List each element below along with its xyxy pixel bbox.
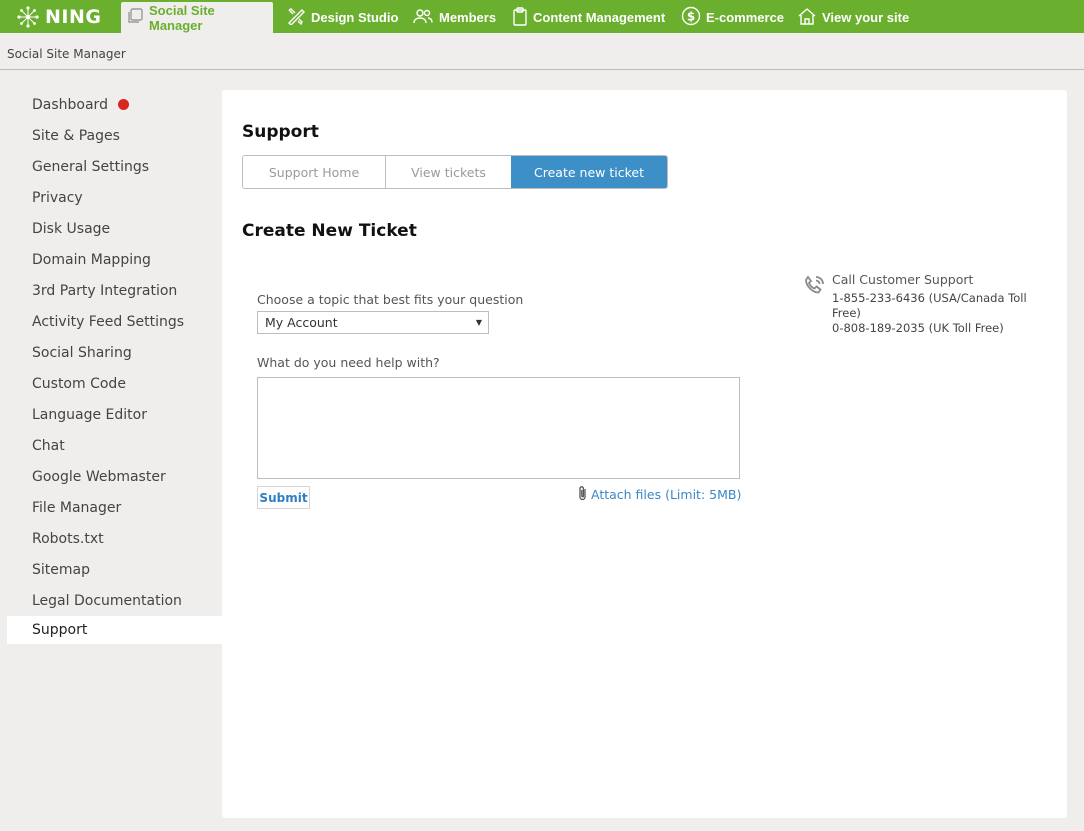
nav-tab-label: View your site xyxy=(822,10,910,25)
top-nav-bar: NING Social Site Manager Design Studio M… xyxy=(0,0,1084,33)
phone-icon xyxy=(802,274,826,302)
home-icon xyxy=(797,7,817,28)
nav-tab-label: Design Studio xyxy=(311,10,399,25)
nav-tab-social-site-manager[interactable]: Social Site Manager xyxy=(121,2,273,33)
sidebar-item-label: Sitemap xyxy=(32,561,90,578)
sidebar-item-label: Support xyxy=(32,622,88,638)
sidebar-item-label: 3rd Party Integration xyxy=(32,282,178,299)
sidebar-item-privacy[interactable]: Privacy xyxy=(7,182,222,213)
ning-logo-icon xyxy=(17,5,39,28)
attach-files-link[interactable]: Attach files (Limit: 5MB) xyxy=(578,485,741,504)
sidebar-item-disk-usage[interactable]: Disk Usage xyxy=(7,213,222,244)
ning-logo[interactable]: NING xyxy=(15,3,101,30)
main-panel: Support Support Home View tickets Create… xyxy=(222,90,1067,818)
support-phone-us: 1-855-233-6436 (USA/Canada Toll Free) xyxy=(832,291,1027,320)
page-title: Support xyxy=(242,122,319,142)
people-icon xyxy=(412,8,434,27)
sidebar-item-label: Site & Pages xyxy=(32,127,120,144)
sidebar-item-label: Social Sharing xyxy=(32,344,132,361)
sidebar: Dashboard Site & Pages General Settings … xyxy=(7,89,222,644)
tab-support-home[interactable]: Support Home xyxy=(243,156,385,188)
sidebar-item-label: Dashboard xyxy=(32,96,108,113)
tab-create-new-ticket[interactable]: Create new ticket xyxy=(511,156,667,188)
dollar-icon: $ xyxy=(681,6,701,29)
sidebar-item-chat[interactable]: Chat xyxy=(7,430,222,461)
copy-icon xyxy=(126,7,144,28)
sidebar-item-social-sharing[interactable]: Social Sharing xyxy=(7,337,222,368)
nav-tab-label: Content Management xyxy=(533,10,666,25)
sidebar-item-label: Privacy xyxy=(32,189,83,206)
nav-tab-content-management[interactable]: Content Management xyxy=(507,2,670,33)
sidebar-item-label: Disk Usage xyxy=(32,220,111,237)
nav-tab-ecommerce[interactable]: $ E-commerce xyxy=(676,2,789,33)
support-phone-uk: 0-808-189-2035 (UK Toll Free) xyxy=(832,321,1004,335)
sidebar-item-label: Google Webmaster xyxy=(32,468,166,485)
sidebar-item-label: Language Editor xyxy=(32,406,147,423)
help-label: What do you need help with? xyxy=(257,355,440,370)
sidebar-item-general-settings[interactable]: General Settings xyxy=(7,151,222,182)
support-tabs: Support Home View tickets Create new tic… xyxy=(242,155,668,189)
section-title: Create New Ticket xyxy=(242,221,417,241)
sidebar-item-sitemap[interactable]: Sitemap xyxy=(7,554,222,585)
attach-files-label: Attach files (Limit: 5MB) xyxy=(591,487,742,502)
brand-name: NING xyxy=(45,5,102,28)
sidebar-item-label: General Settings xyxy=(32,158,150,175)
topic-select[interactable]: My Account ▼ xyxy=(257,311,489,334)
breadcrumb: Social Site Manager xyxy=(7,47,126,61)
nav-tab-label: Members xyxy=(439,10,497,25)
sidebar-item-google-webmaster[interactable]: Google Webmaster xyxy=(7,461,222,492)
sidebar-item-site-pages[interactable]: Site & Pages xyxy=(7,120,222,151)
topic-label: Choose a topic that best fits your quest… xyxy=(257,292,524,307)
nav-tab-members[interactable]: Members xyxy=(407,2,501,33)
sidebar-item-custom-code[interactable]: Custom Code xyxy=(7,368,222,399)
nav-tab-design-studio[interactable]: Design Studio xyxy=(281,2,403,33)
paperclip-icon xyxy=(578,485,588,504)
svg-text:$: $ xyxy=(687,10,695,24)
notification-dot xyxy=(117,99,129,110)
sidebar-item-support[interactable]: Support xyxy=(7,616,222,644)
sidebar-item-label: Chat xyxy=(32,437,65,454)
chevron-down-icon: ▼ xyxy=(475,318,482,327)
submit-button[interactable]: Submit xyxy=(257,486,310,509)
help-textarea[interactable] xyxy=(257,377,740,479)
sidebar-item-label: Legal Documentation xyxy=(32,592,182,609)
topic-select-value: My Account xyxy=(265,315,338,330)
nav-tab-view-your-site[interactable]: View your site xyxy=(792,2,914,33)
nav-tab-label: Social Site Manager xyxy=(149,2,215,33)
sidebar-item-robots-txt[interactable]: Robots.txt xyxy=(7,523,222,554)
sidebar-item-legal-documentation[interactable]: Legal Documentation xyxy=(7,585,222,616)
support-title: Call Customer Support xyxy=(832,272,974,287)
sidebar-item-domain-mapping[interactable]: Domain Mapping xyxy=(7,244,222,275)
sidebar-item-label: Activity Feed Settings xyxy=(32,313,185,330)
sidebar-item-label: Domain Mapping xyxy=(32,251,151,268)
sidebar-item-language-editor[interactable]: Language Editor xyxy=(7,399,222,430)
sidebar-item-label: Robots.txt xyxy=(32,530,104,547)
design-tools-icon xyxy=(286,7,306,28)
nav-tab-label: E-commerce xyxy=(706,10,785,25)
sidebar-item-dashboard[interactable]: Dashboard xyxy=(7,89,222,120)
sidebar-item-file-manager[interactable]: File Manager xyxy=(7,492,222,523)
breadcrumb-divider xyxy=(0,69,1084,70)
clipboard-icon xyxy=(512,6,528,29)
sidebar-item-third-party-integration[interactable]: 3rd Party Integration xyxy=(7,275,222,306)
sidebar-item-label: File Manager xyxy=(32,499,122,516)
sidebar-item-activity-feed-settings[interactable]: Activity Feed Settings xyxy=(7,306,222,337)
tab-view-tickets[interactable]: View tickets xyxy=(385,156,511,188)
sidebar-item-label: Custom Code xyxy=(32,375,126,392)
